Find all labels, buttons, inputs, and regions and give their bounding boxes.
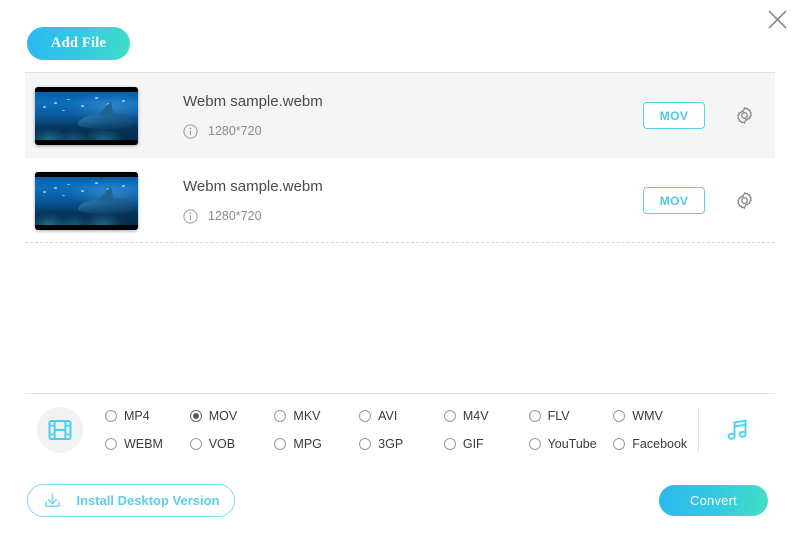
settings-button[interactable] (727, 99, 761, 133)
file-subinfo: 1280*720 (183, 124, 643, 139)
format-option-gif[interactable]: GIF (444, 431, 529, 457)
format-option-label: WMV (632, 409, 663, 423)
file-resolution: 1280*720 (208, 124, 262, 138)
format-option-facebook[interactable]: Facebook (613, 431, 698, 457)
format-option-label: 3GP (378, 437, 403, 451)
converter-window: Add File We (0, 0, 800, 535)
radio-icon (190, 410, 202, 422)
radio-icon (359, 438, 371, 450)
gear-icon (734, 190, 755, 211)
format-option-youtube[interactable]: YouTube (529, 431, 614, 457)
radio-icon (105, 438, 117, 450)
format-option-label: M4V (463, 409, 489, 423)
video-thumbnail (35, 172, 138, 230)
format-option-mkv[interactable]: MKV (274, 403, 359, 429)
settings-button[interactable] (727, 184, 761, 218)
convert-button[interactable]: Convert (659, 485, 768, 516)
format-option-flv[interactable]: FLV (529, 403, 614, 429)
close-icon (767, 9, 788, 30)
radio-icon (444, 438, 456, 450)
format-option-wmv[interactable]: WMV (613, 403, 698, 429)
format-option-mp4[interactable]: MP4 (105, 403, 190, 429)
radio-icon (529, 438, 541, 450)
format-option-label: MP4 (124, 409, 150, 423)
install-desktop-version-button[interactable]: Install Desktop Version (27, 484, 235, 517)
file-info: Webm sample.webm 1280*720 (183, 178, 643, 224)
add-file-button[interactable]: Add File (27, 27, 130, 60)
target-format-button[interactable]: MOV (643, 187, 705, 214)
format-option-avi[interactable]: AVI (359, 403, 444, 429)
file-name: Webm sample.webm (183, 93, 643, 111)
format-selection-bar: MP4 MOV MKV AVI M4V FLV (25, 393, 775, 465)
format-option-label: VOB (209, 437, 235, 451)
format-option-label: MKV (293, 409, 320, 423)
radio-icon (529, 410, 541, 422)
radio-icon (613, 438, 625, 450)
radio-icon (105, 410, 117, 422)
radio-icon (444, 410, 456, 422)
close-button[interactable] (760, 2, 794, 36)
radio-icon (190, 438, 202, 450)
format-option-3gp[interactable]: 3GP (359, 431, 444, 457)
add-file-area: Add File (27, 27, 130, 60)
format-option-label: FLV (548, 409, 570, 423)
video-thumbnail (35, 87, 138, 145)
format-option-label: YouTube (548, 437, 597, 451)
film-strip-icon (47, 417, 73, 443)
info-icon (183, 124, 198, 139)
format-options: MP4 MOV MKV AVI M4V FLV (105, 403, 698, 457)
file-list: Webm sample.webm 1280*720 MOV (25, 72, 775, 243)
radio-icon (274, 410, 286, 422)
table-row[interactable]: Webm sample.webm 1280*720 MOV (25, 158, 775, 243)
format-option-vob[interactable]: VOB (190, 431, 275, 457)
radio-icon (613, 410, 625, 422)
divider (698, 408, 699, 452)
format-option-label: GIF (463, 437, 484, 451)
format-option-label: Facebook (632, 437, 687, 451)
file-name: Webm sample.webm (183, 178, 643, 196)
format-option-label: MPG (293, 437, 321, 451)
table-row[interactable]: Webm sample.webm 1280*720 MOV (25, 73, 775, 158)
info-icon (183, 209, 198, 224)
format-option-webm[interactable]: WEBM (105, 431, 190, 457)
format-option-label: WEBM (124, 437, 163, 451)
gear-icon (734, 105, 755, 126)
radio-icon (359, 410, 371, 422)
target-format-button[interactable]: MOV (643, 102, 705, 129)
install-button-label: Install Desktop Version (76, 493, 219, 508)
format-option-m4v[interactable]: M4V (444, 403, 529, 429)
download-icon (42, 490, 63, 511)
format-option-mov[interactable]: MOV (190, 403, 275, 429)
radio-icon (274, 438, 286, 450)
file-info: Webm sample.webm 1280*720 (183, 93, 643, 139)
video-format-tab[interactable] (37, 407, 83, 453)
file-subinfo: 1280*720 (183, 209, 643, 224)
file-resolution: 1280*720 (208, 209, 262, 223)
audio-format-tab[interactable] (701, 404, 775, 456)
music-note-icon (724, 416, 752, 444)
format-option-label: AVI (378, 409, 397, 423)
format-option-label: MOV (209, 409, 237, 423)
format-option-mpg[interactable]: MPG (274, 431, 359, 457)
